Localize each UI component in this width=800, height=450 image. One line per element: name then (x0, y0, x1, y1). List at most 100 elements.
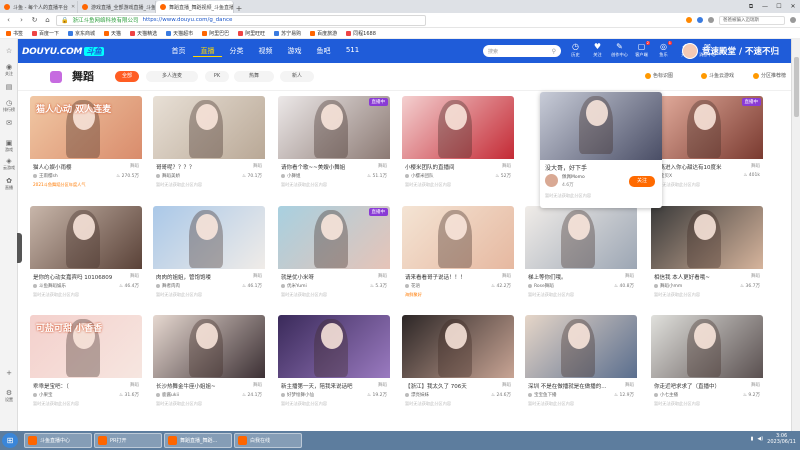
taskbar-item[interactable]: 舞蹈直播_舞蹈... (164, 433, 232, 448)
start-button[interactable]: ⊞ (2, 433, 18, 448)
bookmark-item[interactable]: 阿里巴巴 (202, 30, 229, 37)
extension-icon[interactable] (686, 17, 692, 23)
sidebar-item[interactable]: ✿ 直播 (0, 177, 18, 191)
live-room-card[interactable]: 直播中 就是优小米呀 舞蹈 优米Yumi ♨ 5.3万 暂时无法获取此分区内容 (278, 206, 390, 310)
live-room-card[interactable]: 猫人心动 双人连麦 猫人心娱小雨樱 舞蹈 王雨樱sh ♨ 270.5万 2021斗鱼舞蹈分… (30, 96, 142, 200)
taskbar-item[interactable]: PR打开 (94, 433, 162, 448)
browser-search-input[interactable]: 爸爸被骗入迈瑞斯 (719, 15, 785, 25)
hover-room-card[interactable]: 没大哥，好下手 佩佩Momo 4.6万 关注 暂时无法获取此分区内容 (540, 92, 662, 208)
room-thumbnail[interactable]: 直播中 (278, 206, 390, 269)
room-title[interactable]: 猫人心娱小雨樱 (33, 163, 123, 171)
streamer-name[interactable]: 优米Yumi (281, 283, 307, 289)
streamer-name[interactable]: 小果宝 (33, 392, 53, 398)
taskbar-item[interactable]: 斗鱼直播中心 (24, 433, 92, 448)
room-title[interactable]: 甜离进入你心甜达有10度米 (654, 163, 744, 171)
live-room-card[interactable]: 你走近吧求求了（直播中） 舞蹈 小七主播 ♨ 9.2万 暂时无法获取此分区内容 (651, 315, 763, 419)
nav-item[interactable]: 视频 (251, 46, 280, 57)
room-category[interactable]: 舞蹈 (378, 273, 387, 279)
streamer-name[interactable]: 宝宝鱼下播 (528, 392, 557, 398)
streamer-name[interactable]: 舞者肉肉 (156, 283, 180, 289)
room-title[interactable]: 梯上等你们哦。 (528, 273, 618, 281)
header-icon-button[interactable]: ◎ 鱼乐 1 (654, 41, 673, 58)
room-thumbnail[interactable] (30, 206, 142, 269)
streamer-name[interactable]: 鹿酱ukii (156, 392, 179, 398)
filter-tab[interactable]: 全部 (115, 71, 139, 82)
bookmark-item[interactable]: 京东商城 (68, 30, 95, 37)
sidebar-item[interactable]: ◷ 排行榜 (0, 99, 18, 113)
room-thumbnail[interactable] (402, 315, 514, 378)
live-room-card[interactable]: 【浙江】我太久了 706天 舞蹈 漂亮妹妹 ♨ 24.6万 暂时无法获取此分区内容 (402, 315, 514, 419)
streamer-name[interactable]: 小樱米团队 (405, 173, 434, 179)
room-title[interactable]: 长沙热舞金牛座小姐姐~ (156, 382, 246, 390)
room-category[interactable]: 舞蹈 (751, 273, 760, 279)
nav-item[interactable]: 游戏 (280, 46, 309, 57)
scrollbar-thumb[interactable] (794, 57, 799, 117)
streamer-name[interactable]: 小七主播 (654, 392, 678, 398)
streamer-name[interactable]: 舞蹈小mm (654, 283, 682, 289)
room-category[interactable]: 舞蹈 (751, 163, 760, 169)
room-category[interactable]: 舞蹈 (130, 273, 139, 279)
room-thumbnail[interactable]: 直播中 (651, 96, 763, 159)
room-category[interactable]: 舞蹈 (378, 382, 387, 388)
streamer-avatar[interactable] (545, 174, 558, 187)
room-category[interactable]: 舞蹈 (502, 163, 511, 169)
refresh-icon[interactable]: ↻ (30, 16, 39, 24)
room-title[interactable]: 【浙江】我太久了 706天 (405, 382, 495, 390)
live-room-card[interactable]: 请来看看哥子说话！！！ 舞蹈 花语 ♨ 42.2万 海鲜聚好 (402, 206, 514, 310)
bookmark-item[interactable]: 苏宁易购 (274, 30, 301, 37)
live-room-card[interactable]: 是你的心动女嘉宾吗 10106809 舞蹈 斗鱼舞蹈娱乐 ♨ 46.4万 暂时无法获取此… (30, 206, 142, 310)
header-icon-button[interactable]: ♥ 关注 (588, 42, 607, 58)
live-room-card[interactable]: 肉肉的姐姐，管饱饱喽 舞蹈 舞者肉肉 ♨ 46.1万 暂时无法获取此分区内容 (153, 206, 265, 310)
room-thumbnail[interactable] (651, 315, 763, 378)
network-icon[interactable]: ▮ (751, 436, 754, 442)
streamer-name[interactable]: 佩佩Momo (562, 174, 585, 180)
bookmark-item[interactable]: 书签 (6, 30, 23, 37)
minimize-icon[interactable]: — (758, 1, 772, 13)
bookmark-item[interactable]: 阿里旺旺 (238, 30, 265, 37)
page-scrollbar[interactable] (791, 39, 800, 431)
sidebar-item[interactable]: ✉ (0, 119, 18, 127)
site-search-input[interactable]: 搜索 ⚲ (483, 45, 561, 57)
room-thumbnail[interactable] (402, 206, 514, 269)
streamer-name[interactable]: 舞蹈美娇 (156, 173, 180, 179)
room-category[interactable]: 舞蹈 (253, 273, 262, 279)
room-thumbnail[interactable] (153, 96, 265, 159)
room-title[interactable]: 你走近吧求求了（直播中） (654, 382, 744, 390)
live-room-card[interactable]: 直播中 请你看个歌~~美嫂小舞姐 舞蹈 小舞姐 ♨ 51.1万 暂时无法获取此分区内容 (278, 96, 390, 200)
nav-item[interactable]: 511 (338, 46, 367, 57)
room-title[interactable]: 小樱米团队的直播间 (405, 163, 495, 171)
room-title[interactable]: 肉肉的姐姐，管饱饱喽 (156, 273, 246, 281)
bookmark-item[interactable]: 同程1688 (346, 30, 376, 37)
room-thumbnail[interactable] (525, 206, 637, 269)
sidebar-item[interactable]: ⚙ 设置 (0, 389, 18, 403)
search-icon[interactable]: ⚲ (552, 48, 556, 55)
taskbar-item[interactable]: 白我在线 (234, 433, 302, 448)
room-thumbnail[interactable] (402, 96, 514, 159)
streamer-name[interactable]: 斗鱼舞蹈娱乐 (33, 283, 66, 289)
nav-item[interactable]: 分类 (222, 46, 251, 57)
streamer-name[interactable]: 小舞姐 (281, 173, 301, 179)
room-title[interactable]: 就是优小米呀 (281, 273, 371, 281)
room-category[interactable]: 舞蹈 (130, 163, 139, 169)
category-link[interactable]: 斗鱼云游戏 (701, 72, 734, 79)
nav-item[interactable]: 直播 (193, 46, 222, 57)
room-title[interactable]: 请你看个歌~~美嫂小舞姐 (281, 163, 371, 171)
room-title[interactable]: 相信我 本人更好看哦~ (654, 273, 744, 281)
streamer-name[interactable]: 王雨樱sh (33, 173, 58, 179)
live-room-card[interactable]: 深圳 不是在做播就是在做播的... 舞蹈 宝宝鱼下播 ♨ 12.9万 暂时无法获取此分区… (525, 315, 637, 419)
room-thumbnail[interactable]: 猫人心动 双人连麦 (30, 96, 142, 159)
live-room-card[interactable]: 新主播第一天，陪我来说话吧 舞蹈 好梦绘舞小仙 ♨ 19.2万 暂时无法获取此分区内容 (278, 315, 390, 419)
room-title[interactable]: 是你的心动女嘉宾吗 10106809 (33, 273, 123, 281)
nav-item[interactable]: 鱼吧 (309, 46, 338, 57)
filter-tab[interactable]: 多人连麦 (146, 71, 198, 82)
room-category[interactable]: 舞蹈 (253, 163, 262, 169)
room-category[interactable]: 舞蹈 (751, 382, 760, 388)
restore-icon[interactable]: ⧉ (744, 1, 758, 13)
room-thumbnail[interactable]: 可盐可甜 小香香 (30, 315, 142, 378)
bookmark-item[interactable]: 天猫超市 (166, 30, 193, 37)
header-icon-button[interactable]: ▢ 客户端 2 (632, 41, 651, 58)
new-tab-button[interactable]: + (234, 4, 244, 13)
room-thumbnail[interactable] (540, 92, 662, 160)
url-field[interactable]: 🔒 浙江斗鱼网络科技有限公司 https://www.douyu.com/g_d… (56, 14, 426, 26)
room-category[interactable]: 舞蹈 (502, 273, 511, 279)
